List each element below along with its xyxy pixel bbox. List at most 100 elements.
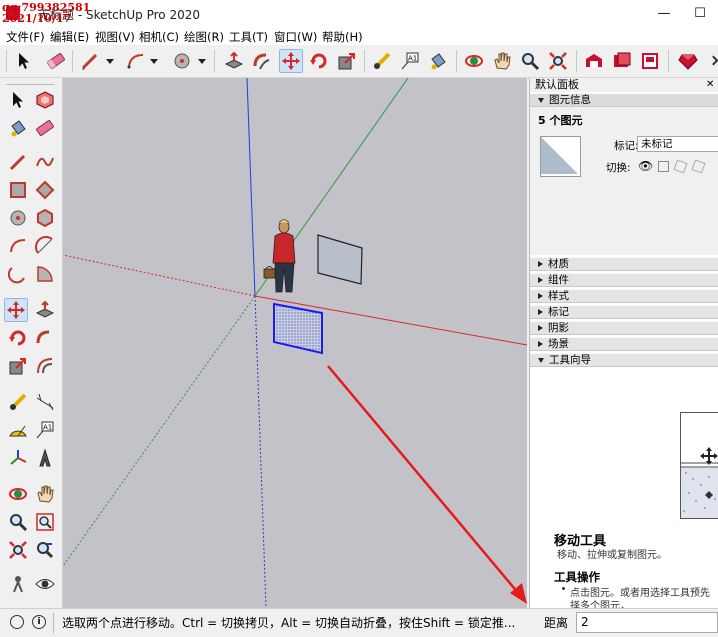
menu-draw[interactable]: 绘图(R) [184, 29, 224, 45]
scale-icon[interactable] [6, 354, 30, 378]
blue-axis-line [246, 78, 256, 297]
warehouse-icon[interactable] [582, 49, 606, 73]
info-icon[interactable]: i [32, 615, 46, 629]
axes-icon[interactable] [6, 446, 30, 470]
move-icon[interactable] [279, 49, 303, 73]
scale-icon[interactable] [335, 49, 359, 73]
protractor-icon[interactable] [6, 418, 30, 442]
chevron-down-icon[interactable] [106, 59, 114, 64]
make-component-icon[interactable] [33, 88, 57, 112]
eraser-icon[interactable] [33, 116, 57, 140]
green-axis-hidden-line [63, 295, 256, 567]
menu-file[interactable]: 文件(F) [6, 29, 45, 45]
section-instructor[interactable]: 工具向导 [530, 353, 718, 367]
section-shadows[interactable]: 阴影 [530, 321, 718, 335]
two-point-arc-icon[interactable] [33, 234, 57, 258]
orbit-icon[interactable] [6, 482, 30, 506]
zoom-extents-icon[interactable] [546, 49, 570, 73]
layout-icon[interactable] [638, 49, 662, 73]
geo-location-icon[interactable] [10, 615, 24, 629]
push-pull-icon[interactable] [33, 298, 57, 322]
zoom-icon[interactable] [6, 510, 30, 534]
menu-tools[interactable]: 工具(T) [229, 29, 268, 45]
vertical-face[interactable] [317, 234, 363, 285]
pie-icon[interactable] [33, 262, 57, 286]
previous-view-icon[interactable] [33, 538, 57, 562]
paint-bucket-icon[interactable] [6, 116, 30, 140]
position-camera-icon[interactable] [6, 572, 30, 596]
pan-icon[interactable] [490, 49, 514, 73]
menu-help[interactable]: 帮助(H) [322, 29, 363, 45]
arc-icon[interactable] [6, 234, 30, 258]
chevron-right-icon[interactable] [708, 55, 718, 66]
follow-me-icon[interactable] [250, 49, 274, 73]
chevron-down-icon[interactable] [198, 59, 206, 64]
extension-warehouse-icon[interactable] [610, 49, 634, 73]
section-materials[interactable]: 材质 [530, 257, 718, 271]
svg-text:A1: A1 [43, 424, 52, 432]
menu-camera[interactable]: 相机(C) [139, 29, 179, 45]
section-tags[interactable]: 标记 [530, 305, 718, 319]
menu-window[interactable]: 窗口(W) [274, 29, 317, 45]
pencil-line-icon[interactable] [6, 150, 30, 174]
polygon-icon[interactable] [33, 206, 57, 230]
section-components[interactable]: 组件 [530, 273, 718, 287]
chevron-down-icon[interactable] [150, 59, 158, 64]
material-swatch[interactable] [540, 136, 581, 177]
eye-icon[interactable]: 👁 [638, 159, 653, 173]
scale-figure[interactable] [263, 219, 296, 293]
text-icon[interactable]: A1 [398, 49, 422, 73]
eraser-icon[interactable] [44, 49, 68, 73]
orbit-icon[interactable] [462, 49, 486, 73]
tag-dropdown[interactable]: 未标记 [637, 136, 718, 152]
rotate-icon[interactable] [307, 49, 331, 73]
look-around-icon[interactable] [33, 572, 57, 596]
bullet-icon [562, 587, 565, 590]
rotate-icon[interactable] [6, 326, 30, 350]
triangle-right-icon [538, 277, 543, 283]
move-icon[interactable] [4, 298, 28, 322]
section-styles[interactable]: 样式 [530, 289, 718, 303]
tape-measure-icon[interactable] [370, 49, 394, 73]
menu-edit[interactable]: 编辑(E) [50, 29, 89, 45]
arc-icon[interactable] [124, 49, 148, 73]
paint-bucket-icon[interactable] [426, 49, 450, 73]
section-label: 工具向导 [549, 354, 591, 366]
freehand-icon[interactable] [33, 150, 57, 174]
circle-icon[interactable] [6, 206, 30, 230]
follow-me-icon[interactable] [33, 326, 57, 350]
lock-icon[interactable] [658, 161, 669, 172]
select-arrow-icon[interactable] [12, 49, 36, 73]
zoom-extents-icon[interactable] [6, 538, 30, 562]
zoom-window-icon[interactable] [33, 510, 57, 534]
rectangle-icon[interactable] [6, 178, 30, 202]
default-tray: 默认面板 ✕ 图元信息 5 个图元 标记: 未标记 切换: 👁 材质 组件 样式… [529, 78, 718, 608]
measurements-input[interactable]: 2 [576, 612, 718, 633]
drawing-viewport[interactable] [63, 78, 527, 608]
offset-icon[interactable] [33, 354, 57, 378]
annotation-arrow [327, 365, 520, 595]
circle-icon[interactable] [170, 49, 194, 73]
text-icon[interactable]: A1 [33, 418, 57, 442]
minimize-button[interactable]: — [646, 0, 682, 27]
svg-text:A1: A1 [408, 55, 417, 63]
title-bar: 无标题 - SketchUp Pro 2020 qq:799382581 202… [0, 0, 718, 27]
push-pull-icon[interactable] [222, 49, 246, 73]
tape-measure-icon[interactable] [6, 390, 30, 414]
zoom-icon[interactable] [518, 49, 542, 73]
rotated-rectangle-icon[interactable] [33, 178, 57, 202]
pan-icon[interactable] [33, 482, 57, 506]
ruby-icon[interactable] [676, 49, 700, 73]
menu-view[interactable]: 视图(V) [95, 29, 135, 45]
3d-text-icon[interactable] [33, 446, 57, 470]
toolbar-separator [364, 50, 365, 72]
selected-face[interactable] [273, 302, 323, 355]
close-icon[interactable]: ✕ [706, 79, 714, 90]
section-entity-info[interactable]: 图元信息 [530, 93, 718, 107]
section-scenes[interactable]: 场景 [530, 337, 718, 351]
maximize-button[interactable]: ☐ [682, 0, 718, 27]
pencil-line-icon[interactable] [78, 49, 102, 73]
three-point-arc-icon[interactable] [6, 262, 30, 286]
select-arrow-icon[interactable] [6, 88, 30, 112]
dimension-icon[interactable] [33, 390, 57, 414]
